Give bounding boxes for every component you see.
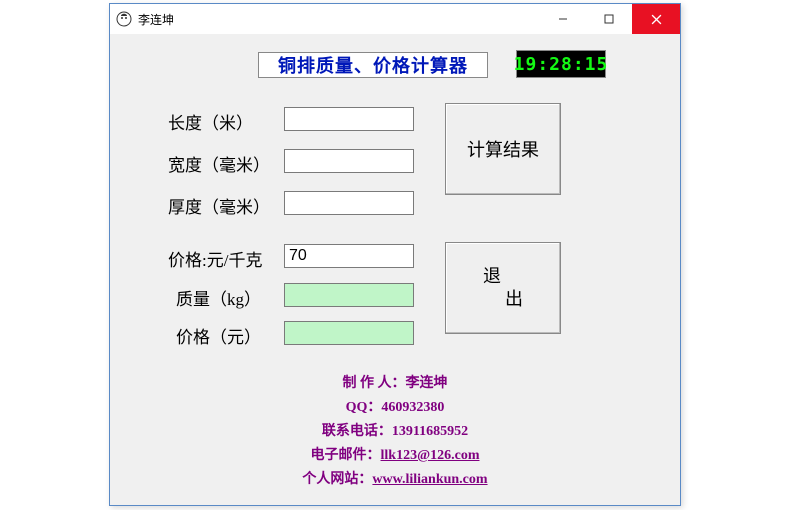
clock-display: 19:28:15 bbox=[516, 50, 606, 78]
exit-button-label-1: 退 bbox=[483, 265, 501, 288]
exit-button-label-2: 出 bbox=[505, 288, 523, 311]
credits-phone: 联系电话：13911685952 bbox=[110, 420, 680, 444]
titlebar: 李连坤 bbox=[110, 4, 680, 34]
length-input[interactable] bbox=[284, 107, 414, 131]
price-per-kg-input[interactable] bbox=[284, 244, 414, 268]
thickness-input[interactable] bbox=[284, 191, 414, 215]
width-input[interactable] bbox=[284, 149, 414, 173]
app-icon bbox=[116, 11, 132, 27]
label-width: 宽度（毫米） bbox=[168, 151, 270, 176]
label-price-per-kg: 价格:元/千克 bbox=[168, 246, 262, 271]
client-area: 铜排质量、价格计算器 19:28:15 长度（米） 宽度（毫米） 厚度（毫米） … bbox=[110, 34, 680, 505]
window-title: 李连坤 bbox=[138, 11, 174, 28]
minimize-button[interactable] bbox=[540, 4, 586, 34]
titlebar-left: 李连坤 bbox=[116, 11, 174, 28]
price-output[interactable] bbox=[284, 321, 414, 345]
label-mass: 质量（kg） bbox=[176, 285, 261, 310]
credits-site-line: 个人网站：www.liliankun.com bbox=[110, 468, 680, 492]
credits-author: 制 作 人：李连坤 bbox=[110, 372, 680, 396]
label-length: 长度（米） bbox=[168, 109, 253, 134]
calculate-button[interactable]: 计算结果 bbox=[445, 103, 561, 195]
maximize-button[interactable] bbox=[586, 4, 632, 34]
credits-qq: QQ：460932380 bbox=[110, 396, 680, 420]
close-button[interactable] bbox=[632, 4, 680, 34]
app-window: 李连坤 铜排质量、价格计算器 19:28:15 长度（米） 宽度（毫米） 厚度（… bbox=[109, 3, 681, 506]
label-price: 价格（元） bbox=[176, 323, 261, 348]
titlebar-controls bbox=[540, 4, 680, 34]
credits-email-label: 电子邮件： bbox=[311, 448, 381, 463]
credits: 制 作 人：李连坤 QQ：460932380 联系电话：13911685952 … bbox=[110, 372, 680, 492]
credits-email-line: 电子邮件：llk123@126.com bbox=[110, 444, 680, 468]
label-thickness: 厚度（毫米） bbox=[168, 193, 270, 218]
mass-output[interactable] bbox=[284, 283, 414, 307]
credits-site-label: 个人网站： bbox=[302, 472, 372, 487]
exit-button[interactable]: 退 出 bbox=[445, 242, 561, 334]
credits-email-link[interactable]: llk123@126.com bbox=[381, 448, 480, 463]
credits-site-link[interactable]: www.liliankun.com bbox=[372, 472, 487, 487]
calculate-button-label: 计算结果 bbox=[467, 136, 539, 162]
page-title: 铜排质量、价格计算器 bbox=[258, 52, 488, 78]
